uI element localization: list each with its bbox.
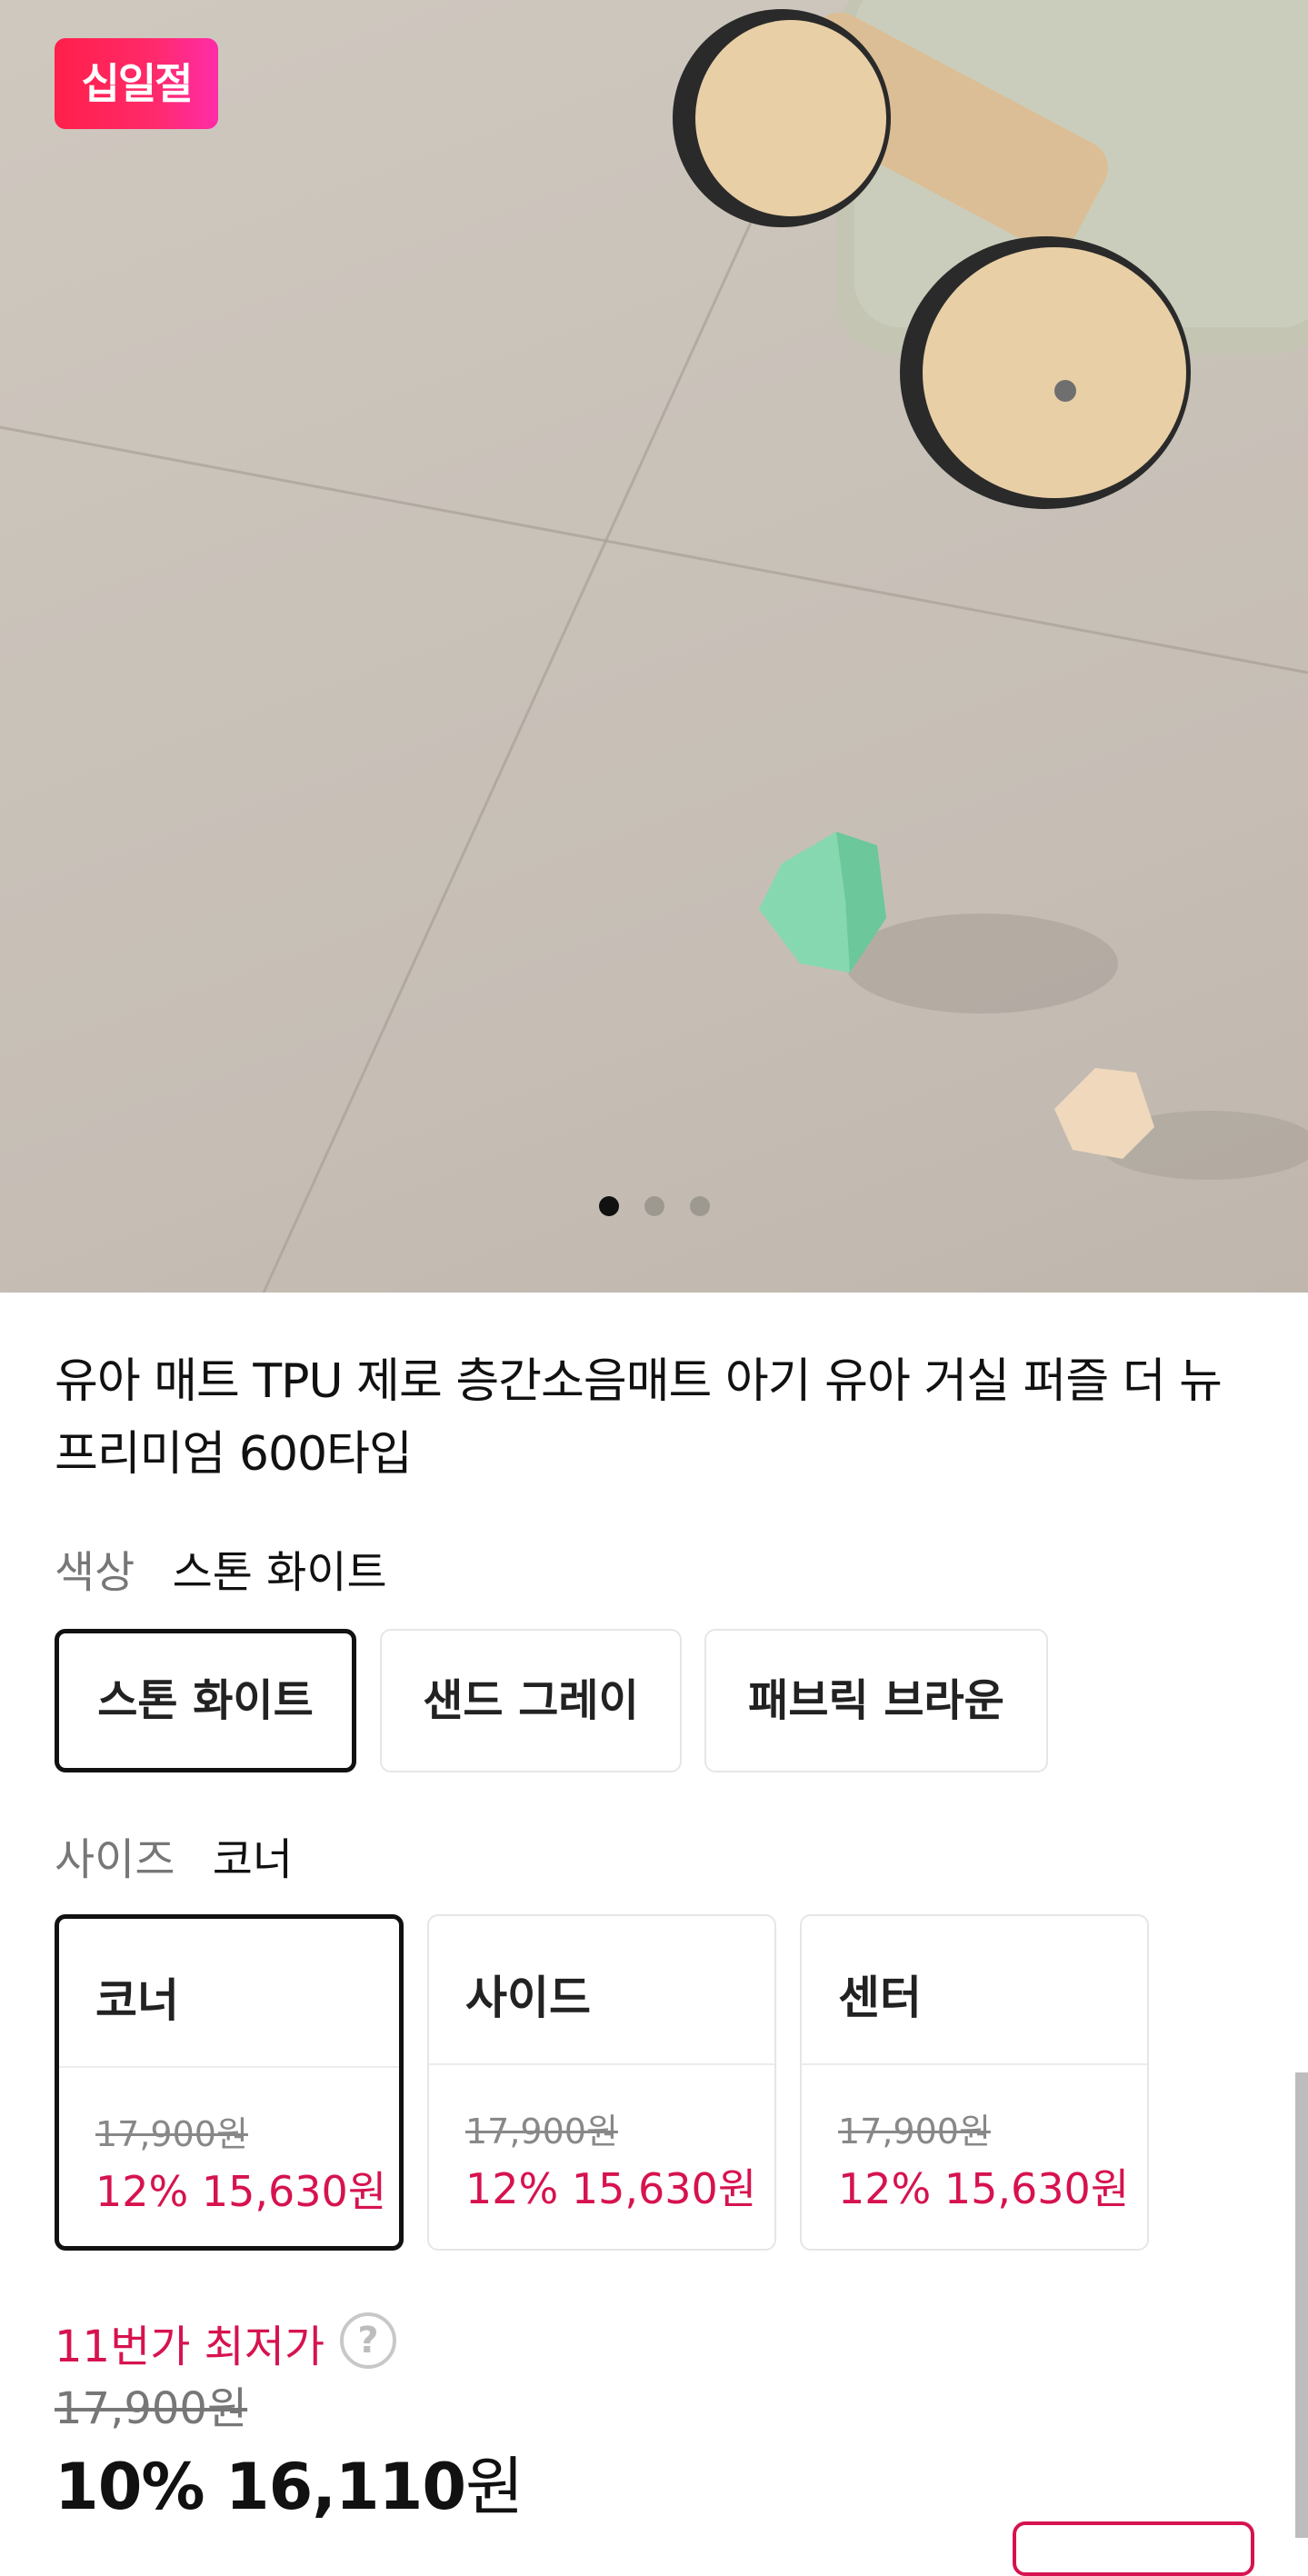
original-price: 17,900원: [55, 2383, 248, 2434]
size-card-original-price: 17,900원: [95, 2114, 248, 2154]
size-card-center[interactable]: 센터 17,900원 12% 15,630원: [800, 1914, 1149, 2251]
scrollbar[interactable]: [1295, 2072, 1308, 2538]
color-option-selected: 스톤 화이트: [172, 1547, 387, 1598]
size-option-header: 사이즈 코너: [55, 1823, 293, 1887]
color-option-label: 색상: [55, 1547, 135, 1598]
size-card-name: 사이드: [465, 1972, 591, 2024]
final-price: 10% 16,110원: [55, 2436, 524, 2528]
size-card-side[interactable]: 사이드 17,900원 12% 15,630원: [427, 1914, 776, 2251]
event-badge: 십일절: [55, 38, 218, 129]
size-option-selected: 코너: [212, 1834, 294, 1885]
product-image[interactable]: 십일절: [0, 0, 1308, 1293]
carousel-indicator: [0, 1196, 1308, 1223]
size-card-original-price: 17,900원: [465, 2112, 618, 2152]
lowest-price-label: 11번가 최저가: [55, 2321, 325, 2372]
size-card-corner[interactable]: 코너 17,900원 12% 15,630원: [55, 1914, 404, 2251]
size-card-original-price: 17,900원: [838, 2112, 991, 2152]
size-card-name: 코너: [95, 1974, 179, 2027]
size-card-sale-price: 12% 15,630원: [95, 2167, 387, 2216]
color-chip-stone-white[interactable]: 스톤 화이트: [55, 1629, 356, 1772]
color-chip-sand-gray[interactable]: 샌드 그레이: [380, 1629, 682, 1772]
divider: [802, 2063, 1147, 2065]
help-icon[interactable]: ?: [340, 2312, 396, 2369]
carousel-dot-2[interactable]: [644, 1196, 664, 1216]
product-photo: [0, 0, 1308, 1293]
final-price-currency: 원: [465, 2450, 524, 2524]
carousel-dot-3[interactable]: [689, 1196, 710, 1216]
coupon-button[interactable]: [1013, 2521, 1254, 2576]
size-option-label: 사이즈: [55, 1834, 175, 1885]
divider: [59, 2066, 399, 2068]
color-option-header: 색상 스톤 화이트: [55, 1536, 387, 1600]
size-card-name: 센터: [838, 1972, 922, 2024]
divider: [429, 2063, 774, 2065]
size-card-sale-price: 12% 15,630원: [465, 2164, 757, 2213]
product-title: 유아 매트 TPU 제로 층간소음매트 아기 유아 거실 퍼즐 더 뉴프리미엄 …: [55, 1354, 1223, 1482]
color-chip-fabric-brown[interactable]: 패브릭 브라운: [704, 1629, 1048, 1772]
size-card-sale-price: 12% 15,630원: [838, 2164, 1130, 2213]
final-price-value: 10% 16,110: [55, 2450, 466, 2524]
carousel-dot-1[interactable]: [598, 1196, 619, 1216]
